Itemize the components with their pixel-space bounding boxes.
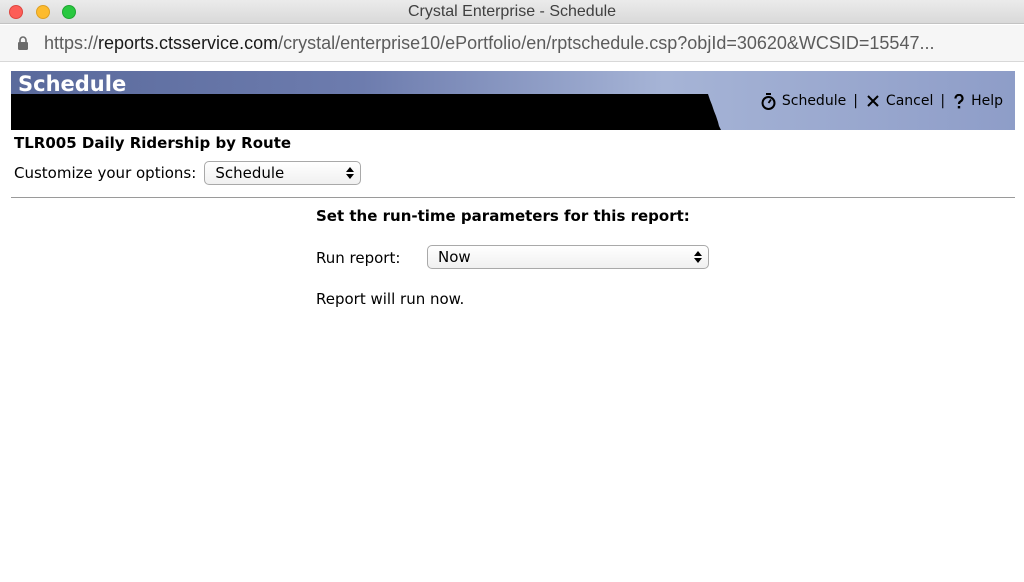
question-icon [954, 93, 964, 108]
banner-actions: Schedule | Cancel | Help [761, 91, 1003, 111]
banner-band [11, 94, 721, 130]
params-heading: Set the run-time parameters for this rep… [316, 207, 690, 225]
cancel-action-label: Cancel [885, 93, 934, 109]
action-separator: | [853, 93, 858, 109]
action-separator: | [940, 93, 946, 109]
customize-label: Customize your options: [14, 164, 197, 182]
help-action-label: Help [971, 93, 1003, 109]
url-path: /crystal/enterprise10/ePortfolio/en/rpts… [278, 33, 935, 53]
address-bar[interactable]: https://reports.ctsservice.com/crystal/e… [0, 25, 1024, 62]
url-scheme: https:// [44, 33, 99, 53]
url-host: reports.ctsservice.com [98, 33, 279, 53]
run-report-label: Run report: [316, 249, 401, 267]
lock-icon [18, 36, 28, 50]
run-report-selected-value: Now [438, 248, 471, 266]
x-icon [867, 95, 879, 107]
url-text[interactable]: https://reports.ctsservice.com/crystal/e… [44, 33, 1010, 54]
schedule-action[interactable]: Schedule [761, 92, 847, 110]
customize-options-row: Customize your options: Schedule [14, 160, 362, 186]
select-arrows-icon [346, 167, 355, 179]
cancel-action[interactable]: Cancel [866, 93, 933, 109]
section-divider [11, 197, 1015, 198]
help-action[interactable]: Help [953, 93, 1003, 109]
customize-options-select[interactable]: Schedule [204, 161, 362, 185]
run-report-select[interactable]: Now [427, 245, 709, 269]
window-title-bar: Crystal Enterprise - Schedule [0, 0, 1024, 24]
schedule-action-label: Schedule [781, 93, 847, 109]
customize-selected-value: Schedule [215, 164, 285, 182]
stopwatch-icon [761, 92, 776, 110]
select-arrows-icon [694, 251, 702, 263]
window-title: Crystal Enterprise - Schedule [407, 3, 617, 20]
run-status-text: Report will run now. [316, 290, 465, 308]
schedule-banner: Schedule Schedule | Cancel | Help [11, 71, 1015, 130]
banner-title: Schedule [18, 72, 127, 96]
report-title: TLR005 Daily Ridership by Route [14, 134, 292, 152]
run-report-row: Run report: Now [316, 245, 709, 271]
